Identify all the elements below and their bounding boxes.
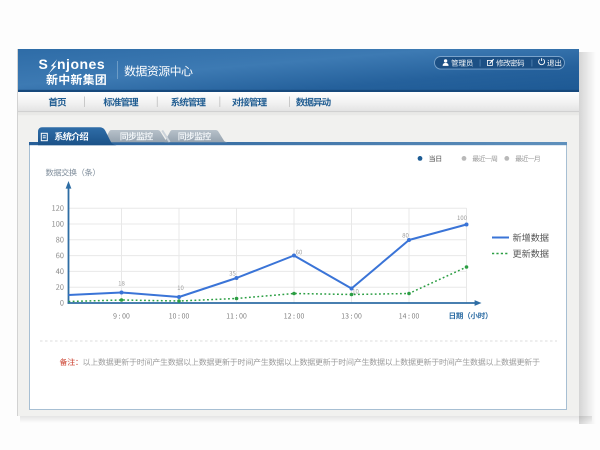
svg-text:njones: njones: [57, 56, 105, 72]
svg-text:S: S: [39, 56, 49, 72]
